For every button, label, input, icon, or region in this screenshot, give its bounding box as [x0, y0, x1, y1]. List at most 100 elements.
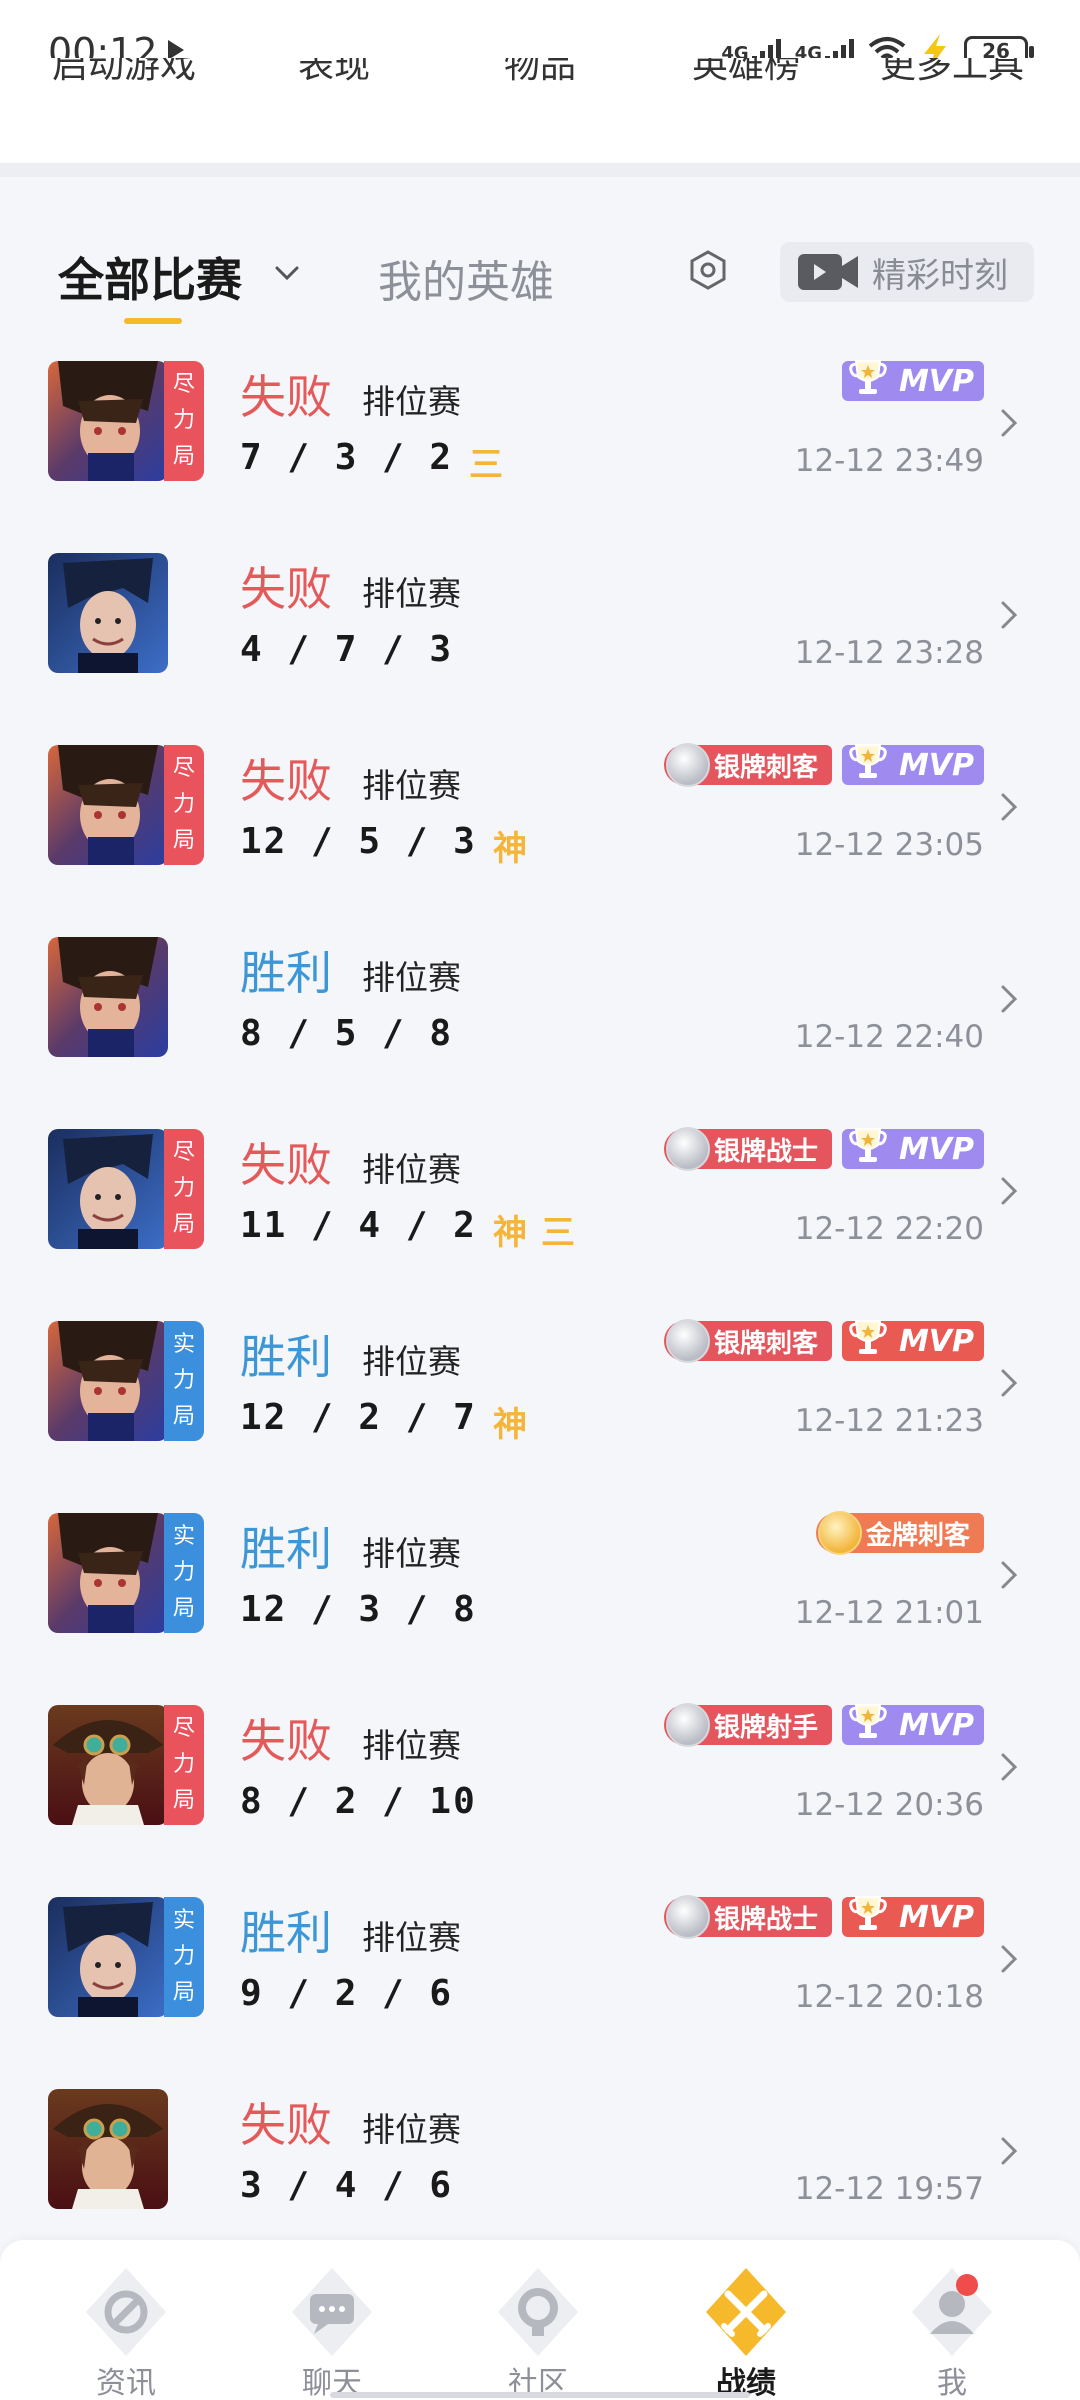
- match-quality-tag: 尽力局: [164, 745, 204, 865]
- mvp-label: MVP: [898, 1131, 974, 1167]
- match-quality-tag: 实力局: [164, 1897, 204, 2017]
- match-tag-char: 尽: [172, 1140, 195, 1165]
- chevron-down-icon[interactable]: [274, 260, 300, 286]
- match-row[interactable]: 尽力局失败 排位赛 11 / 4 / 2 神三银牌战士 MVP 12-12 22:20: [0, 1113, 1080, 1305]
- match-tag-char: 实: [172, 1908, 195, 1933]
- match-row[interactable]: 胜利 排位赛 8 / 5 / 8 12-12 22:40: [0, 921, 1080, 1113]
- medal-coin-icon: [665, 1127, 710, 1171]
- chevron-right-icon: [1001, 985, 1018, 1013]
- tab-my-heroes[interactable]: 我的英雄: [378, 246, 554, 310]
- match-row[interactable]: 实力局胜利 排位赛 9 / 2 / 6 银牌战士 MVP 12-12 20:18: [0, 1881, 1080, 2073]
- mvp-badge: MVP: [842, 1896, 984, 1937]
- chevron-right-icon: [1001, 1369, 1018, 1397]
- kill-streak-mark: 三: [469, 445, 503, 485]
- kill-streak-marks: 神: [493, 1397, 527, 1446]
- match-result: 胜利: [240, 946, 332, 1000]
- match-row[interactable]: 尽力局失败 排位赛 7 / 3 / 2 三 MVP 12-12 23:49: [0, 345, 1080, 537]
- active-tab-indicator: [124, 318, 182, 324]
- home-indicator: [330, 2392, 750, 2398]
- match-time: 12-12 22:40: [794, 1019, 984, 1055]
- medal-label: 银牌刺客: [713, 752, 818, 783]
- settings-hexagon-icon[interactable]: [686, 248, 730, 292]
- mvp-label: MVP: [898, 1323, 974, 1359]
- match-row[interactable]: 尽力局失败 排位赛 8 / 2 / 10 银牌射手 MVP 12-12 20:36: [0, 1689, 1080, 1881]
- chevron-right-icon: [1001, 793, 1018, 821]
- medal-coin-icon: [665, 1895, 710, 1939]
- nav-item-profile[interactable]: 我: [882, 2258, 1022, 2400]
- kda-score: 9 / 2 / 6: [240, 1973, 454, 2014]
- tab-all-matches[interactable]: 全部比赛: [58, 244, 242, 310]
- match-mode: 排位赛: [362, 1918, 461, 1957]
- filter-tabs: 全部比赛 我的英雄 精彩时刻: [0, 230, 1080, 330]
- kda-score: 12 / 2 / 7: [240, 1397, 477, 1438]
- mvp-badge: MVP: [842, 1704, 984, 1745]
- match-tag-char: 力: [172, 1752, 195, 1777]
- section-divider: [0, 163, 1080, 177]
- top-nav-performance[interactable]: 表现: [298, 58, 370, 88]
- medal-badge: 银牌刺客: [663, 743, 832, 787]
- kda-score: 8 / 2 / 10: [240, 1781, 477, 1822]
- match-mode: 排位赛: [362, 1534, 461, 1573]
- hero-avatar: [48, 1897, 168, 2017]
- nav-item-news[interactable]: 资讯: [56, 2258, 196, 2400]
- kda-score: 12 / 5 / 3: [240, 821, 477, 862]
- header-spacer: [0, 106, 1080, 163]
- match-row[interactable]: 实力局胜利 排位赛 12 / 2 / 7 神银牌刺客 MVP 12-12 21:23: [0, 1305, 1080, 1497]
- match-quality-tag: 尽力局: [164, 361, 204, 481]
- kill-streak-mark: 神: [493, 829, 527, 869]
- match-time: 12-12 23:28: [794, 635, 984, 671]
- match-row[interactable]: 失败 排位赛 3 / 4 / 6 12-12 19:57: [0, 2073, 1080, 2265]
- match-row[interactable]: 实力局胜利 排位赛 12 / 3 / 8 金牌刺客 12-12 21:01: [0, 1497, 1080, 1689]
- match-row[interactable]: 失败 排位赛 4 / 7 / 3 12-12 23:28: [0, 537, 1080, 729]
- match-row[interactable]: 尽力局失败 排位赛 12 / 5 / 3 神银牌刺客 MVP 12-12 23:05: [0, 729, 1080, 921]
- match-quality-tag: 尽力局: [164, 1705, 204, 1825]
- medal-badge: 银牌战士: [663, 1127, 832, 1171]
- medal-badge: 银牌射手: [663, 1703, 832, 1747]
- match-tag-char: 尽: [172, 372, 195, 397]
- chevron-right-icon: [1001, 409, 1018, 437]
- match-tag-char: 实: [172, 1524, 195, 1549]
- match-result: 失败: [240, 2098, 332, 2152]
- match-mode: 排位赛: [362, 2110, 461, 2149]
- kill-streak-mark: 三: [541, 1213, 575, 1253]
- honor-badges: 金牌刺客: [815, 1511, 984, 1555]
- top-nav-launch-game[interactable]: 启动游戏: [52, 58, 196, 88]
- match-mode: 排位赛: [362, 1726, 461, 1765]
- match-time: 12-12 21:01: [794, 1595, 984, 1631]
- mvp-label: MVP: [898, 1707, 974, 1743]
- match-time: 12-12 20:36: [794, 1787, 984, 1823]
- hero-avatar: [48, 1705, 168, 1825]
- match-tag-char: 局: [172, 1596, 195, 1621]
- match-result: 失败: [240, 370, 332, 424]
- match-tag-char: 尽: [172, 1716, 195, 1741]
- medal-label: 银牌战士: [713, 1904, 818, 1935]
- nav-item-community[interactable]: 社区: [468, 2258, 608, 2400]
- nav-item-record[interactable]: 战绩: [676, 2258, 816, 2400]
- match-time: 12-12 19:57: [794, 2171, 984, 2207]
- match-time: 12-12 23:05: [794, 827, 984, 863]
- match-result: 失败: [240, 1714, 332, 1768]
- match-tag-char: 力: [172, 1944, 195, 1969]
- media-playing-icon: [168, 40, 184, 60]
- match-tag-char: 力: [172, 1368, 195, 1393]
- top-nav-items[interactable]: 物品: [504, 58, 576, 88]
- medal-badge: 金牌刺客: [815, 1511, 984, 1555]
- chevron-right-icon: [1001, 2137, 1018, 2165]
- highlights-button[interactable]: 精彩时刻: [780, 242, 1034, 302]
- hero-avatar: [48, 361, 168, 481]
- top-nav-more-tools[interactable]: 更多工具: [880, 58, 1024, 88]
- match-result: 失败: [240, 1138, 332, 1192]
- match-history-list: 尽力局失败 排位赛 7 / 3 / 2 三 MVP 12-12 23:49 失败 排位赛 4 /…: [0, 345, 1080, 2265]
- match-mode: 排位赛: [362, 382, 461, 421]
- hero-avatar: [48, 1129, 168, 1249]
- top-nav-hero-rank[interactable]: 英雄榜: [692, 58, 800, 88]
- nav-item-chat[interactable]: 聊天: [262, 2258, 402, 2400]
- hero-avatar: [48, 2089, 168, 2209]
- match-tag-char: 力: [172, 792, 195, 817]
- match-mode: 排位赛: [362, 574, 461, 613]
- match-tag-char: 尽: [172, 756, 195, 781]
- match-tag-char: 力: [172, 1176, 195, 1201]
- match-result: 胜利: [240, 1330, 332, 1384]
- match-mode: 排位赛: [362, 1150, 461, 1189]
- honor-badges: 银牌刺客 MVP: [663, 743, 984, 787]
